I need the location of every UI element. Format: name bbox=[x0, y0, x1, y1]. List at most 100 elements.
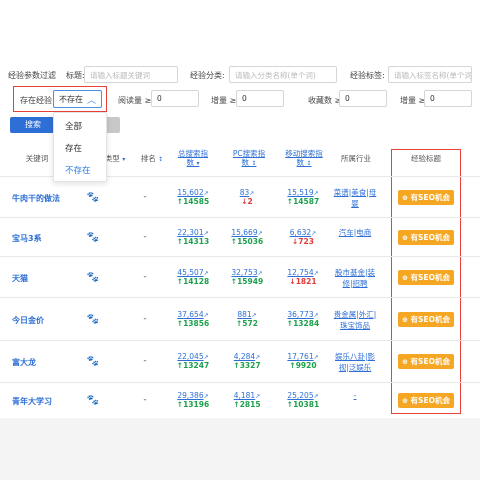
seo-opportunity-button[interactable]: ⊕ 有SEO机会 bbox=[398, 190, 454, 205]
external-link-icon[interactable]: ↗ bbox=[252, 312, 257, 319]
seo-opportunity-button[interactable]: ⊕ 有SEO机会 bbox=[398, 230, 454, 245]
pc-index-value[interactable]: 32,753 bbox=[231, 268, 257, 277]
external-link-icon[interactable]: ↗ bbox=[311, 230, 316, 237]
external-link-icon[interactable]: ↗ bbox=[249, 190, 254, 197]
total-index-delta: ↑14313 bbox=[176, 237, 210, 246]
total-index-cell: 22,301↗ ↑14313 bbox=[168, 228, 218, 246]
baidu-paw-icon[interactable]: 🐾 bbox=[86, 395, 100, 406]
header-industry: 所属行业 bbox=[341, 154, 371, 163]
mobile-index-cell: 17,761↗ ↑9920 bbox=[278, 352, 328, 370]
external-link-icon[interactable]: ↗ bbox=[204, 230, 209, 237]
header-total-index[interactable]: 总搜索指数 ▾ bbox=[175, 149, 211, 168]
search-button[interactable]: 搜索 bbox=[10, 117, 56, 133]
total-index-value[interactable]: 29,386 bbox=[177, 391, 203, 400]
seo-opportunity-button[interactable]: ⊕ 有SEO机会 bbox=[398, 393, 454, 408]
pc-index-cell: 32,753↗ ↑15949 bbox=[222, 268, 272, 286]
keyword-link[interactable]: 牛肉干的做法 bbox=[12, 193, 92, 204]
external-link-icon[interactable]: ↗ bbox=[255, 393, 260, 400]
mobile-index-delta: ↑13284 bbox=[286, 319, 320, 328]
external-link-icon[interactable]: ↗ bbox=[314, 393, 319, 400]
header-mobile-index[interactable]: 移动搜索指数 ↕ bbox=[284, 149, 324, 168]
external-link-icon[interactable]: ↗ bbox=[314, 190, 319, 197]
exist-filter-value: 不存在 bbox=[59, 95, 83, 104]
increase-filter-input[interactable]: 0 bbox=[236, 90, 284, 107]
mobile-index-delta: ↑14587 bbox=[286, 197, 320, 206]
keyword-link[interactable]: 天猫 bbox=[12, 273, 92, 284]
baidu-paw-icon[interactable]: 🐾 bbox=[86, 272, 100, 283]
baidu-paw-icon[interactable]: 🐾 bbox=[86, 192, 100, 203]
keyword-link[interactable]: 青年大学习 bbox=[12, 396, 92, 407]
keyword-link[interactable]: 宝马3系 bbox=[12, 233, 92, 244]
total-index-value[interactable]: 15,602 bbox=[177, 188, 203, 197]
external-link-icon[interactable]: ↗ bbox=[204, 393, 209, 400]
external-link-icon[interactable]: ↗ bbox=[204, 354, 209, 361]
external-link-icon[interactable]: ↗ bbox=[314, 270, 319, 277]
baidu-paw-icon[interactable]: 🐾 bbox=[86, 356, 100, 367]
reads-filter-input[interactable]: 0 bbox=[151, 90, 199, 107]
keyword-link[interactable]: 今日金价 bbox=[12, 315, 92, 326]
mobile-index-cell: 6,632↗ ↓723 bbox=[278, 228, 328, 246]
external-link-icon[interactable]: ↗ bbox=[204, 312, 209, 319]
seo-opportunity-button[interactable]: ⊕ 有SEO机会 bbox=[398, 270, 454, 285]
external-link-icon[interactable]: ↗ bbox=[255, 354, 260, 361]
external-link-icon[interactable]: ↗ bbox=[314, 312, 319, 319]
increase2-filter-input[interactable]: 0 bbox=[424, 90, 472, 107]
total-index-cell: 45,507↗ ↑14128 bbox=[168, 268, 218, 286]
mobile-index-value[interactable]: 25,205 bbox=[287, 391, 313, 400]
filter-section-label: 经验参数过滤 bbox=[8, 71, 56, 80]
favorites-filter-input[interactable]: 0 bbox=[339, 90, 387, 107]
industry-tags[interactable]: 娱乐八卦|影视|泛娱乐 bbox=[332, 351, 378, 373]
increase-filter-label: 增量 ≥ bbox=[211, 96, 237, 105]
mobile-index-value[interactable]: 15,519 bbox=[287, 188, 313, 197]
seo-opportunity-button[interactable]: ⊕ 有SEO机会 bbox=[398, 354, 454, 369]
dropdown-option-all[interactable]: 全部 bbox=[54, 116, 106, 138]
rank-value: - bbox=[143, 395, 147, 405]
category-filter-input[interactable]: 请输入分类名称(单个词) bbox=[229, 66, 337, 83]
header-rank[interactable]: 排名 ↕ bbox=[138, 153, 166, 164]
mobile-index-value[interactable]: 36,773 bbox=[287, 310, 313, 319]
seo-label: 有SEO机会 bbox=[410, 315, 450, 324]
plus-circle-icon: ⊕ bbox=[402, 234, 408, 242]
pc-index-value[interactable]: 881 bbox=[237, 310, 251, 319]
industry-tags[interactable]: 股市基金|装修|招聘 bbox=[332, 267, 378, 289]
external-link-icon[interactable]: ↗ bbox=[258, 270, 263, 277]
plus-circle-icon: ⊕ bbox=[402, 194, 408, 202]
external-link-icon[interactable]: ↗ bbox=[204, 270, 209, 277]
baidu-paw-icon[interactable]: 🐾 bbox=[86, 314, 100, 325]
dropdown-option-exist[interactable]: 存在 bbox=[54, 138, 106, 160]
seo-opportunity-button[interactable]: ⊕ 有SEO机会 bbox=[398, 312, 454, 327]
mobile-index-cell: 36,773↗ ↑13284 bbox=[278, 310, 328, 328]
total-index-value[interactable]: 45,507 bbox=[177, 268, 203, 277]
industry-tags[interactable]: - bbox=[332, 390, 378, 401]
title-filter-input[interactable]: 请输入标题关键词 bbox=[84, 66, 178, 83]
pc-index-delta: ↓2 bbox=[241, 197, 253, 206]
industry-tags[interactable]: 贵金属|外汇|珠宝饰品 bbox=[332, 309, 378, 331]
external-link-icon[interactable]: ↗ bbox=[258, 230, 263, 237]
baidu-paw-icon[interactable]: 🐾 bbox=[86, 232, 100, 243]
total-index-value[interactable]: 22,301 bbox=[177, 228, 203, 237]
keyword-link[interactable]: 富大龙 bbox=[12, 357, 92, 368]
rank-value: - bbox=[143, 272, 147, 282]
industry-tags[interactable]: 汽车|电商 bbox=[332, 227, 378, 238]
pc-index-cell: 4,181↗ ↑2815 bbox=[222, 391, 272, 409]
exist-filter-select[interactable]: 不存在 ︿ bbox=[53, 90, 102, 108]
mobile-index-value[interactable]: 12,754 bbox=[287, 268, 313, 277]
industry-tags[interactable]: 菜谱|美食|母婴 bbox=[332, 187, 378, 209]
dropdown-option-not-exist[interactable]: 不存在 bbox=[54, 160, 106, 182]
total-index-value[interactable]: 37,654 bbox=[177, 310, 203, 319]
pc-index-cell: 4,284↗ ↑3327 bbox=[222, 352, 272, 370]
external-link-icon[interactable]: ↗ bbox=[314, 354, 319, 361]
table-row: 天猫 🐾 -45,507↗ ↑14128 32,753↗ ↑15949 12,754↗ ↓18… bbox=[0, 256, 480, 297]
seo-label: 有SEO机会 bbox=[410, 233, 450, 242]
total-index-value[interactable]: 22,045 bbox=[177, 352, 203, 361]
pc-index-value[interactable]: 83 bbox=[240, 188, 250, 197]
pc-index-value[interactable]: 15,669 bbox=[231, 228, 257, 237]
pc-index-value[interactable]: 4,181 bbox=[234, 391, 255, 400]
header-pc-index[interactable]: PC搜索指数 ↕ bbox=[231, 149, 267, 168]
mobile-index-value[interactable]: 17,761 bbox=[287, 352, 313, 361]
external-link-icon[interactable]: ↗ bbox=[204, 190, 209, 197]
mobile-index-value[interactable]: 6,632 bbox=[290, 228, 311, 237]
pc-index-value[interactable]: 4,284 bbox=[234, 352, 255, 361]
tag-filter-input[interactable]: 请输入标签名称(单个词) bbox=[388, 66, 472, 83]
pc-index-delta: ↑2815 bbox=[233, 400, 261, 409]
